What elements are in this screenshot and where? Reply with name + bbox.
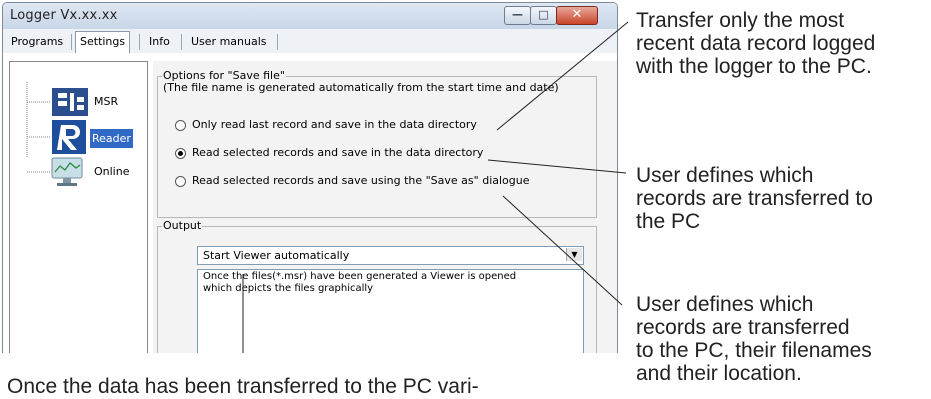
caption-text: Once the data has been transferred to th… bbox=[7, 375, 479, 398]
annotation-line: User defines which bbox=[636, 293, 814, 316]
annotation-selected-records: User defines which records are transferr… bbox=[636, 164, 873, 233]
annotation-line: recent data record logged bbox=[636, 32, 876, 55]
annotation-line: records are transferred to bbox=[636, 187, 873, 210]
annotation-line: with the logger to the PC. bbox=[636, 55, 872, 78]
annotation-line: to the PC, their filenames bbox=[636, 339, 872, 362]
annotation-save-as: User defines which records are transferr… bbox=[636, 293, 872, 385]
annotation-line: and their location. bbox=[636, 362, 802, 385]
annotation-line: User defines which bbox=[636, 164, 814, 187]
annotation-line: the PC bbox=[636, 210, 701, 233]
annotation-line: Transfer only the most bbox=[636, 9, 845, 32]
annotation-last-record: Transfer only the most recent data recor… bbox=[636, 9, 875, 78]
annotation-line: records are transferred bbox=[636, 316, 850, 339]
